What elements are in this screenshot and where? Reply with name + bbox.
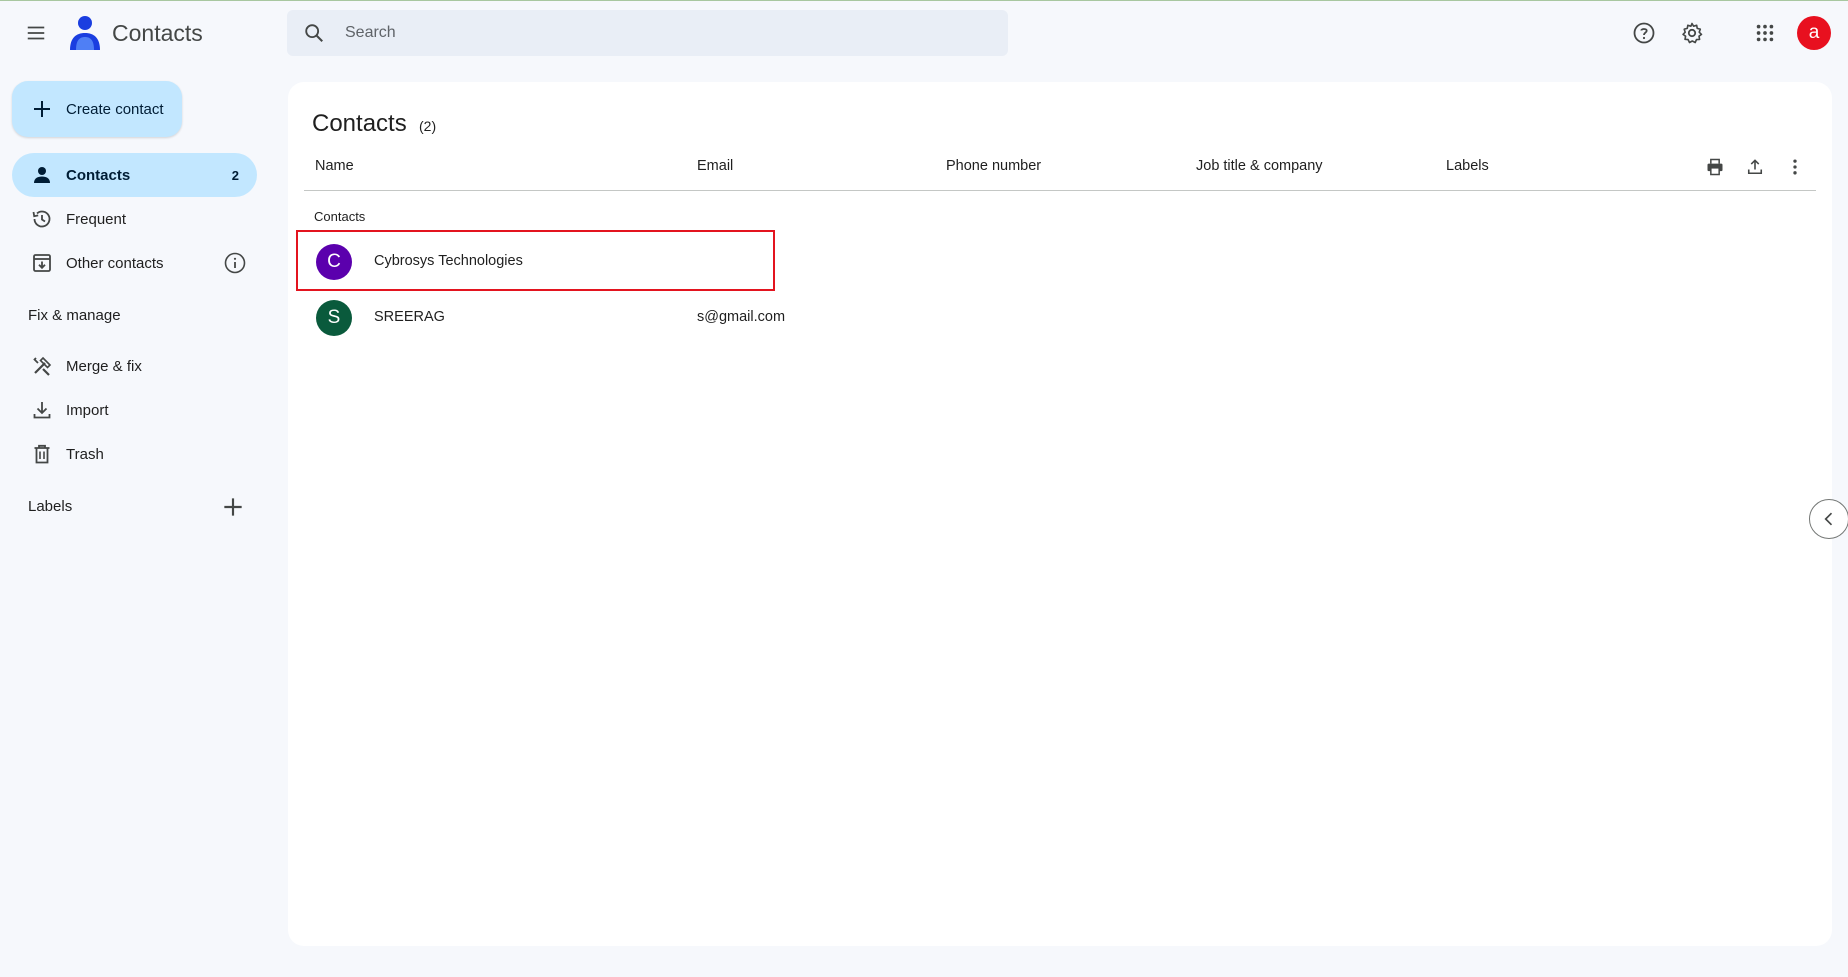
search-icon[interactable] <box>303 22 325 44</box>
settings-button[interactable] <box>1672 13 1712 53</box>
chevron-left-icon <box>1824 512 1833 526</box>
contacts-count-badge: 2 <box>231 167 239 183</box>
header-divider <box>304 190 1816 191</box>
column-header-name[interactable]: Name <box>315 158 354 174</box>
more-vert-icon <box>1793 159 1797 175</box>
main-menu-button[interactable] <box>14 11 58 55</box>
create-contact-label: Create contact <box>66 100 164 118</box>
contact-email: s@gmail.com <box>697 309 786 325</box>
print-icon <box>1707 158 1723 176</box>
sidebar-item-label: Merge & fix <box>66 357 142 375</box>
archive-download-icon <box>33 254 51 272</box>
help-button[interactable] <box>1624 13 1664 53</box>
trash-icon <box>34 444 50 464</box>
sidebar-item-merge-fix[interactable]: Merge & fix <box>12 344 257 388</box>
add-label-icon[interactable] <box>220 494 246 520</box>
app-title: Contacts <box>112 20 203 46</box>
contacts-logo-icon <box>70 16 100 50</box>
sidebar-item-label: Contacts <box>66 166 131 184</box>
merge-fix-icon <box>33 356 52 376</box>
column-header-email[interactable]: Email <box>697 158 733 174</box>
app-header: Contacts a <box>0 0 1848 66</box>
apps-button[interactable] <box>1745 13 1785 53</box>
contact-name: Cybrosys Technologies <box>374 253 523 269</box>
contact-name: SREERAG <box>374 309 445 325</box>
help-icon <box>1633 22 1655 44</box>
table-row[interactable]: C Cybrosys Technologies <box>304 234 1816 290</box>
download-icon <box>33 402 51 419</box>
info-icon[interactable] <box>223 251 247 275</box>
upload-icon <box>1747 159 1763 175</box>
account-avatar[interactable]: a <box>1797 16 1831 50</box>
column-header-phone[interactable]: Phone number <box>946 158 1041 174</box>
sidebar-item-frequent[interactable]: Frequent <box>12 197 257 241</box>
sidebar-item-label: Frequent <box>66 210 127 228</box>
contact-total-count: (2) <box>419 118 437 134</box>
contacts-group-label: Contacts <box>314 209 366 224</box>
page-title: Contacts <box>312 110 407 137</box>
sidebar-item-other-contacts[interactable]: Other contacts <box>12 241 257 285</box>
search-input[interactable] <box>345 10 985 56</box>
sidebar-item-label: Import <box>66 401 109 419</box>
sidebar-item-import[interactable]: Import <box>12 388 257 432</box>
avatar: S <box>316 300 352 336</box>
gear-icon <box>1682 22 1703 44</box>
print-button[interactable] <box>1703 155 1727 179</box>
table-row[interactable]: S SREERAG s@gmail.com <box>304 290 1816 346</box>
sidebar-item-label: Other contacts <box>66 254 164 272</box>
create-contact-button[interactable]: Create contact <box>12 81 182 137</box>
labels-heading: Labels <box>28 498 73 515</box>
more-options-button[interactable] <box>1783 155 1807 179</box>
avatar: C <box>316 244 352 280</box>
sidebar-item-label: Trash <box>66 445 104 463</box>
history-icon <box>32 210 51 228</box>
export-button[interactable] <box>1743 155 1767 179</box>
contacts-panel: Contacts (2) Name Email Phone number Job… <box>288 82 1832 946</box>
person-icon <box>34 167 50 183</box>
column-header-job[interactable]: Job title & company <box>1196 158 1323 174</box>
sidebar-item-contacts[interactable]: Contacts 2 <box>12 153 257 197</box>
apps-grid-icon <box>1756 24 1774 42</box>
plus-icon <box>34 101 50 117</box>
hamburger-icon <box>27 26 45 40</box>
search-bar[interactable] <box>287 10 1008 56</box>
sidebar-item-trash[interactable]: Trash <box>12 432 257 476</box>
column-header-labels[interactable]: Labels <box>1446 158 1489 174</box>
fix-manage-heading: Fix & manage <box>28 307 121 324</box>
side-panel-toggle-button[interactable] <box>1809 499 1848 539</box>
